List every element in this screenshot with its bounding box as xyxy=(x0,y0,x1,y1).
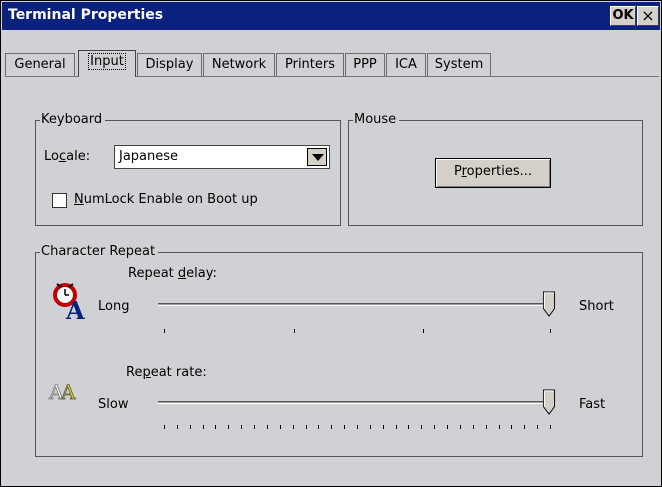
alarm-clock-letter-icon: A xyxy=(53,283,85,321)
keyboard-group-label: Keyboard xyxy=(40,112,106,128)
tab-label: Input xyxy=(88,53,126,70)
tick-mark xyxy=(408,425,410,429)
repeat-delay-max-label: Short xyxy=(579,299,614,314)
numlock-label: NumLock Enable on Boot up xyxy=(74,192,258,207)
tick-mark xyxy=(228,425,230,429)
tick-mark xyxy=(485,425,487,429)
tick-mark xyxy=(279,425,281,429)
repeat-delay-label: Repeat delay: xyxy=(128,266,217,281)
tick-mark xyxy=(472,425,474,429)
locale-value: Japanese xyxy=(119,149,179,164)
tick-mark xyxy=(498,425,500,429)
tab-label: PPP xyxy=(353,57,377,72)
tick-mark xyxy=(357,425,358,429)
tab-general[interactable]: General xyxy=(5,53,75,76)
repeat-rate-min-label: Slow xyxy=(98,397,129,412)
chevron-down-icon[interactable] xyxy=(307,148,327,166)
tick-mark xyxy=(164,425,165,429)
tab-network[interactable]: Network xyxy=(203,53,275,76)
tick-mark xyxy=(266,425,268,429)
tick-mark xyxy=(305,425,307,429)
repeat-delay-min-label: Long xyxy=(98,299,130,314)
mouse-group-label: Mouse xyxy=(353,112,400,128)
tick-mark xyxy=(176,425,178,429)
tick-mark xyxy=(382,425,384,429)
locale-label: Locale: xyxy=(44,149,91,164)
character-repeat-group: Character Repeat Repeat delay: A Long Sh… xyxy=(35,244,643,457)
tick-mark xyxy=(189,425,191,429)
tick-mark xyxy=(344,425,346,429)
double-letter-icon: A A xyxy=(48,380,76,405)
tick-mark xyxy=(550,425,551,429)
repeat-delay-track xyxy=(158,303,550,306)
tab-display[interactable]: Display xyxy=(137,53,202,76)
tick-mark xyxy=(423,329,424,333)
tick-mark xyxy=(447,425,449,429)
tab-label: Network xyxy=(211,57,267,72)
tab-label: General xyxy=(14,57,66,72)
mouse-group: Mouse Properties... xyxy=(348,112,643,226)
tick-mark xyxy=(369,425,371,429)
repeat-rate-slider-thumb[interactable] xyxy=(542,389,556,415)
numlock-checkbox[interactable] xyxy=(52,193,67,208)
repeat-rate-track xyxy=(158,401,550,404)
tab-label: ICA xyxy=(395,57,417,72)
tick-mark xyxy=(537,425,539,429)
tick-mark xyxy=(395,425,397,429)
tab-ica[interactable]: ICA xyxy=(386,53,426,76)
svg-text:A: A xyxy=(65,296,85,321)
window-title: Terminal Properties xyxy=(8,7,164,23)
repeat-rate-label: Repeat rate: xyxy=(126,365,207,380)
repeat-delay-slider-thumb[interactable] xyxy=(542,291,556,317)
tick-mark xyxy=(164,329,165,333)
tick-mark xyxy=(434,425,436,429)
tab-input[interactable]: Input xyxy=(78,50,136,77)
tick-mark xyxy=(459,425,461,429)
tick-mark xyxy=(511,425,513,429)
mouse-properties-button[interactable]: Properties... xyxy=(435,158,551,188)
tick-mark xyxy=(524,425,526,429)
repeat-rate-max-label: Fast xyxy=(579,397,606,412)
tick-mark xyxy=(215,425,217,429)
tick-mark xyxy=(294,329,295,333)
terminal-properties-window: Terminal Properties OK × General Input D… xyxy=(0,0,662,487)
tab-label: Display xyxy=(145,57,194,72)
ok-button[interactable]: OK xyxy=(610,6,636,26)
tick-mark xyxy=(550,329,551,333)
tab-ppp[interactable]: PPP xyxy=(345,53,385,76)
tick-mark xyxy=(331,425,333,429)
tick-mark xyxy=(292,425,294,429)
tab-printers[interactable]: Printers xyxy=(276,53,344,76)
title-bar: Terminal Properties OK × xyxy=(2,2,660,30)
tick-mark xyxy=(241,425,243,429)
tick-mark xyxy=(254,425,256,429)
input-tab-panel: Keyboard Locale: Japanese NumLock Enable… xyxy=(5,76,659,484)
tick-mark xyxy=(421,425,423,429)
character-repeat-group-label: Character Repeat xyxy=(40,244,159,260)
tick-mark xyxy=(202,425,204,429)
locale-select[interactable]: Japanese xyxy=(114,145,330,169)
keyboard-group: Keyboard Locale: Japanese NumLock Enable… xyxy=(35,112,341,226)
svg-text:A: A xyxy=(60,380,76,404)
tab-label: System xyxy=(434,57,484,72)
tab-label: Printers xyxy=(284,57,336,72)
tab-system[interactable]: System xyxy=(427,53,491,76)
close-button[interactable]: × xyxy=(637,6,659,26)
tick-mark xyxy=(318,425,320,429)
